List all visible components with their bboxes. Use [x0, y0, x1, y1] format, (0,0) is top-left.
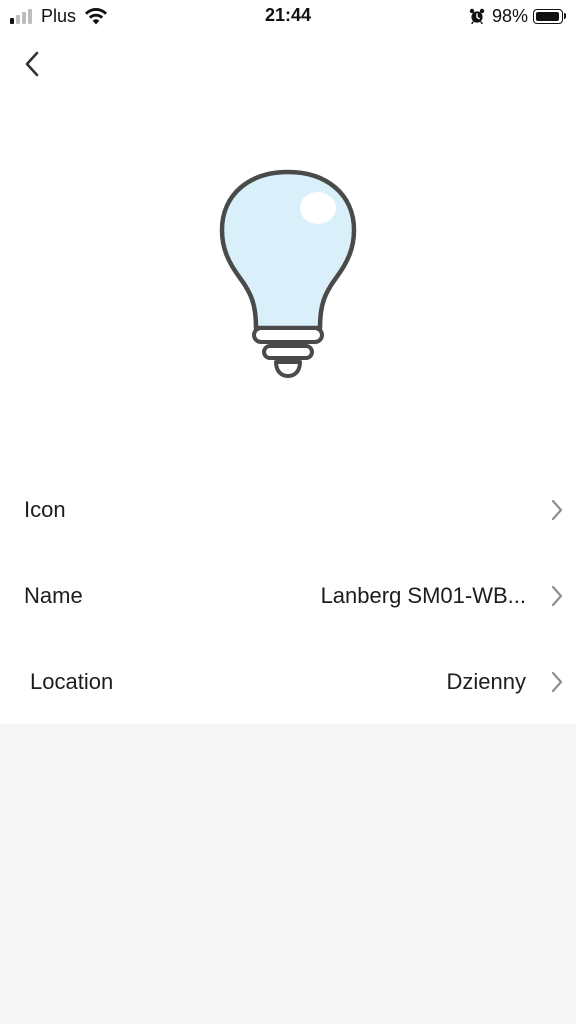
battery-cap: [564, 13, 566, 19]
battery-icon: [533, 8, 563, 24]
bulb-highlight: [300, 192, 336, 224]
bulb-base-ring-2: [262, 344, 314, 360]
settings-row-name[interactable]: Name Lanberg SM01-WB...: [0, 553, 576, 639]
alarm-icon: [469, 8, 485, 24]
chevron-right-icon: [551, 585, 563, 607]
row-value-location: Dzienny: [446, 669, 526, 694]
device-settings-list: Icon Name Lanberg SM01-WB... Location Dz…: [0, 467, 576, 725]
bulb-tip: [274, 360, 302, 378]
light-bulb-icon: [219, 169, 357, 378]
row-value-name: Lanberg SM01-WB...: [320, 583, 526, 608]
bulb-glass: [219, 169, 357, 331]
row-label-name: Name: [24, 583, 83, 608]
battery-level-fill: [536, 11, 559, 21]
bulb-base-ring-1: [252, 326, 324, 344]
settings-row-icon[interactable]: Icon: [0, 467, 576, 553]
chevron-left-icon: [25, 51, 39, 77]
settings-row-location[interactable]: Location Dzienny: [0, 639, 576, 725]
row-label-location: Location: [30, 669, 114, 694]
chevron-right-icon: [551, 671, 563, 693]
chevron-right-icon: [551, 499, 563, 521]
back-button[interactable]: [14, 46, 50, 82]
status-bar: Plus 21:44 98%: [0, 0, 576, 34]
status-bar-right: 98%: [469, 4, 566, 28]
row-label-icon: Icon: [24, 497, 66, 522]
battery-percent: 98%: [491, 5, 528, 26]
